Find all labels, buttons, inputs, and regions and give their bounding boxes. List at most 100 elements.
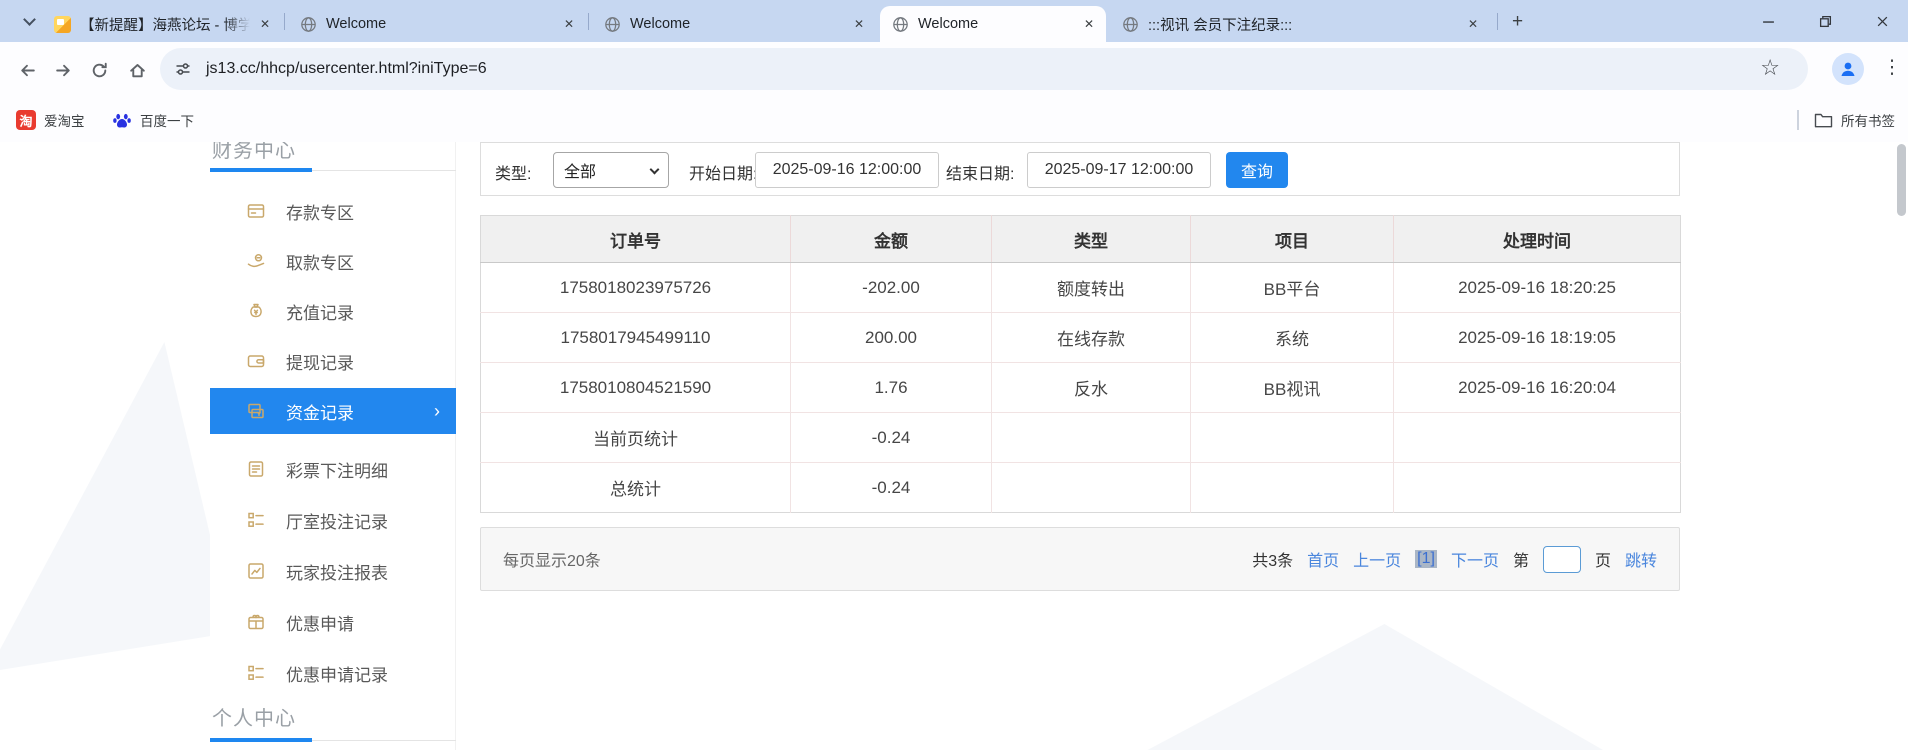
cell-label: 当前页统计 — [480, 412, 791, 463]
withdraw-hand-icon — [246, 251, 266, 271]
sidebar-item-promo-records[interactable]: 优惠申请记录 — [210, 648, 456, 698]
browser-window: 【新提醒】海燕论坛 - 博学交流 ✕ Welcome ✕ Welcome ✕ W… — [0, 0, 1908, 750]
restore-icon — [1819, 15, 1831, 27]
cell-item: 系统 — [1190, 312, 1394, 363]
sidebar-item-hall-bet-records[interactable]: 厅室投注记录 — [210, 495, 456, 545]
globe-favicon — [892, 16, 909, 33]
search-button[interactable]: 查询 — [1226, 152, 1288, 188]
window-minimize-button[interactable] — [1751, 8, 1785, 34]
tab-title: Welcome — [630, 16, 691, 32]
wallet-icon — [246, 351, 266, 371]
tab-welcome-1[interactable]: Welcome ✕ — [288, 6, 586, 42]
tab-welcome-2[interactable]: Welcome ✕ — [592, 6, 876, 42]
tab-search-button[interactable] — [14, 7, 44, 35]
col-item: 项目 — [1190, 215, 1394, 263]
hall-bet-list-icon — [246, 510, 266, 530]
jump-link[interactable]: 跳转 — [1625, 547, 1657, 571]
tab-title: 【新提醒】海燕论坛 - 博学交流 — [80, 17, 250, 34]
back-button[interactable] — [10, 53, 44, 87]
cell-order-no: 1758010804521590 — [480, 362, 791, 413]
decor-triangle-left — [0, 342, 233, 672]
reload-icon — [92, 62, 107, 77]
sidebar-item-promo-apply[interactable]: 优惠申请 — [210, 597, 456, 647]
table-row-grand-total: 总统计 -0.24 — [480, 462, 1681, 513]
table-row: 1758010804521590 1.76 反水 BB视讯 2025-09-16… — [480, 362, 1681, 413]
table-row: 1758017945499110 200.00 在线存款 系统 2025-09-… — [480, 312, 1681, 363]
bookmark-star-icon[interactable]: ☆ — [1760, 57, 1780, 79]
per-page-label: 每页显示20条 — [503, 553, 601, 570]
sidebar-item-withdraw[interactable]: 取款专区 — [210, 236, 456, 286]
window-restore-button[interactable] — [1808, 8, 1842, 34]
new-tab-button[interactable]: + — [1504, 8, 1531, 35]
profile-avatar[interactable] — [1832, 53, 1864, 85]
filter-bar: 类型: 全部 开始日期: 结束日期: 查询 — [480, 142, 1680, 196]
site-settings-tune-icon[interactable] — [174, 60, 192, 78]
address-bar[interactable]: js13.cc/hhcp/usercenter.html?iniType=6 ☆ — [160, 48, 1808, 90]
tab-video-records[interactable]: :::视讯 会员下注纪录::: ✕ — [1110, 6, 1490, 42]
promo-record-list-icon — [246, 663, 266, 683]
bookmark-taobao[interactable]: 淘 爱淘宝 — [16, 108, 85, 132]
cell-type: 额度转出 — [991, 262, 1191, 313]
col-order-no: 订单号 — [480, 215, 791, 263]
sidebar-item-funds-records[interactable]: 资金记录 › — [210, 388, 456, 434]
window-close-button[interactable] — [1865, 8, 1899, 34]
sidebar-item-lottery-details[interactable]: 彩票下注明细 — [210, 444, 456, 494]
tab-welcome-active[interactable]: Welcome ✕ — [880, 6, 1106, 42]
baidu-paw-icon — [112, 110, 132, 130]
sidebar-section-finance: 财务中心 — [212, 142, 296, 162]
tab-close-icon[interactable]: ✕ — [256, 15, 274, 33]
sidebar-item-label: 优惠申请记录 — [286, 665, 388, 685]
tab-title: Welcome — [326, 16, 387, 32]
sidebar-item-deposit[interactable]: 存款专区 — [210, 186, 456, 236]
records-table: 订单号 金额 类型 项目 处理时间 1758018023975726 -202.… — [480, 215, 1681, 513]
cell-item: BB视讯 — [1190, 362, 1394, 413]
home-icon — [129, 63, 145, 77]
sidebar-item-label: 存款专区 — [286, 203, 354, 223]
sidebar-item-withdraw-records[interactable]: 提现记录 — [210, 336, 456, 386]
sidebar-item-recharge-records[interactable]: 充值记录 — [210, 286, 456, 336]
cell-type: 在线存款 — [991, 312, 1191, 363]
col-type: 类型 — [991, 215, 1191, 263]
cell-time: 2025-09-16 16:20:04 — [1393, 362, 1681, 413]
folder-icon — [1814, 112, 1833, 129]
home-button[interactable] — [120, 53, 154, 87]
tab-title: :::视讯 会员下注纪录::: — [1148, 17, 1293, 34]
page-scrollbar-thumb[interactable] — [1897, 144, 1906, 216]
total-count-label: 共3条 — [1252, 553, 1294, 570]
tab-close-icon[interactable]: ✕ — [1464, 15, 1482, 33]
tab-title: Welcome — [918, 16, 979, 32]
browser-menu-button[interactable]: ⋮ — [1882, 56, 1902, 79]
forward-button[interactable] — [46, 53, 80, 87]
url-text[interactable]: js13.cc/hhcp/usercenter.html?iniType=6 — [206, 60, 487, 78]
cell-type: 反水 — [991, 362, 1191, 413]
globe-favicon — [300, 16, 317, 33]
tab-forum[interactable]: 【新提醒】海燕论坛 - 博学交流 ✕ — [42, 6, 282, 42]
browser-toolbar: js13.cc/hhcp/usercenter.html?iniType=6 ☆… — [0, 42, 1908, 98]
sidebar-item-player-report[interactable]: 玩家投注报表 — [210, 546, 456, 596]
reload-button[interactable] — [82, 53, 116, 87]
cell-amount: -0.24 — [790, 462, 992, 513]
start-date-input[interactable] — [755, 152, 939, 188]
page-jump-input[interactable] — [1542, 545, 1581, 573]
tab-close-icon[interactable]: ✕ — [1080, 15, 1098, 33]
select-chevron-icon — [649, 164, 660, 174]
prev-page-link[interactable]: 上一页 — [1353, 547, 1401, 571]
first-page-link[interactable]: 首页 — [1307, 547, 1339, 571]
pagination-controls: 共3条 首页 上一页 [1] 下一页 第 页 跳转 — [1252, 545, 1657, 573]
deposit-card-icon — [246, 201, 266, 221]
next-page-link[interactable]: 下一页 — [1451, 547, 1499, 571]
cell-amount: -0.24 — [790, 412, 992, 463]
moneybag-icon — [246, 301, 266, 321]
type-select[interactable]: 全部 — [553, 152, 669, 188]
page-content: 财务中心 存款专区 取款专区 充值记录 提现记录 资金记录 › 彩票下注明细 厅… — [0, 142, 1908, 750]
all-bookmarks-button[interactable]: 所有书签 — [1814, 108, 1895, 132]
bookmarks-divider — [1797, 110, 1799, 130]
bookmarks-bar: 淘 爱淘宝 百度一下 所有书签 — [0, 98, 1908, 142]
tab-close-icon[interactable]: ✕ — [850, 15, 868, 33]
end-date-input[interactable] — [1027, 152, 1211, 188]
close-icon — [1877, 16, 1887, 26]
sidebar-item-label: 玩家投注报表 — [286, 563, 388, 583]
tab-close-icon[interactable]: ✕ — [560, 15, 578, 33]
sidebar: 财务中心 存款专区 取款专区 充值记录 提现记录 资金记录 › 彩票下注明细 厅… — [210, 142, 456, 750]
bookmark-baidu[interactable]: 百度一下 — [112, 108, 194, 132]
